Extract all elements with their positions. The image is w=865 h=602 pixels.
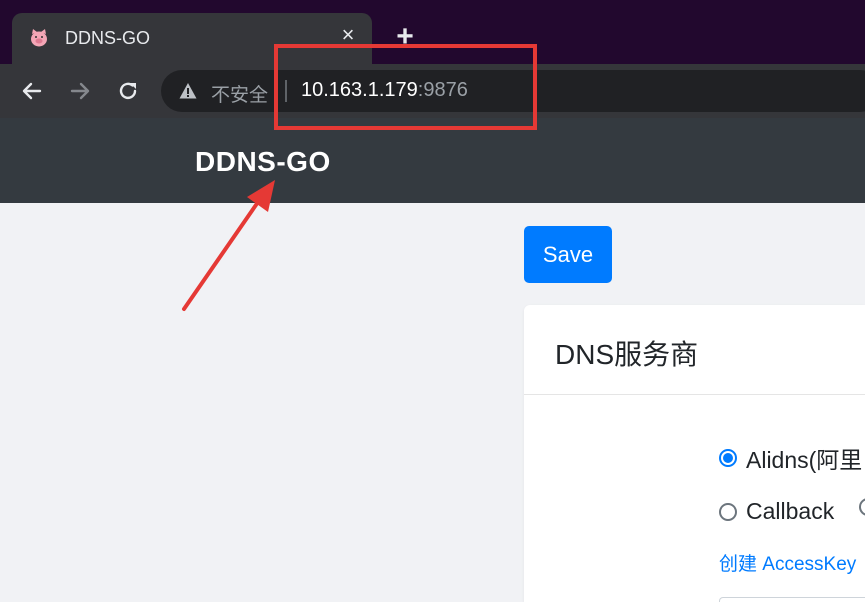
close-tab-icon[interactable]: × bbox=[337, 24, 359, 46]
card-header: DNS服务商 bbox=[524, 305, 865, 395]
pig-favicon-icon bbox=[31, 29, 47, 47]
save-button[interactable]: Save bbox=[524, 226, 612, 283]
radio-option-callback[interactable]: Callback bbox=[719, 498, 834, 525]
app-brand[interactable]: DDNS-GO bbox=[195, 146, 331, 178]
arrow-left-icon bbox=[22, 82, 42, 100]
security-status-label: 不安全 bbox=[211, 85, 269, 106]
input-field[interactable] bbox=[719, 597, 865, 602]
radio-button[interactable] bbox=[859, 498, 865, 516]
dns-provider-card: DNS服务商 Alidns(阿里 Callback 创建 AccessKey bbox=[524, 305, 865, 602]
card-title: DNS服务商 bbox=[555, 339, 699, 370]
radio-label: Alidns(阿里 bbox=[746, 447, 863, 473]
create-accesskey-link[interactable]: 创建 AccessKey bbox=[719, 549, 856, 576]
warning-icon[interactable] bbox=[179, 82, 197, 100]
radio-option-next[interactable] bbox=[859, 498, 865, 516]
back-button[interactable] bbox=[18, 77, 46, 105]
annotation-highlight-box bbox=[274, 44, 537, 130]
reload-button[interactable] bbox=[114, 77, 142, 105]
arrow-right-icon bbox=[70, 82, 90, 100]
tab-title: DDNS-GO bbox=[65, 28, 150, 48]
radio-button[interactable] bbox=[719, 449, 737, 467]
forward-button[interactable] bbox=[66, 77, 94, 105]
reload-icon bbox=[119, 82, 137, 100]
radio-button[interactable] bbox=[719, 502, 737, 521]
app-navbar: DDNS-GO bbox=[0, 118, 865, 203]
radio-option-alidns[interactable]: Alidns(阿里 bbox=[719, 441, 862, 475]
radio-label: Callback bbox=[746, 498, 835, 524]
